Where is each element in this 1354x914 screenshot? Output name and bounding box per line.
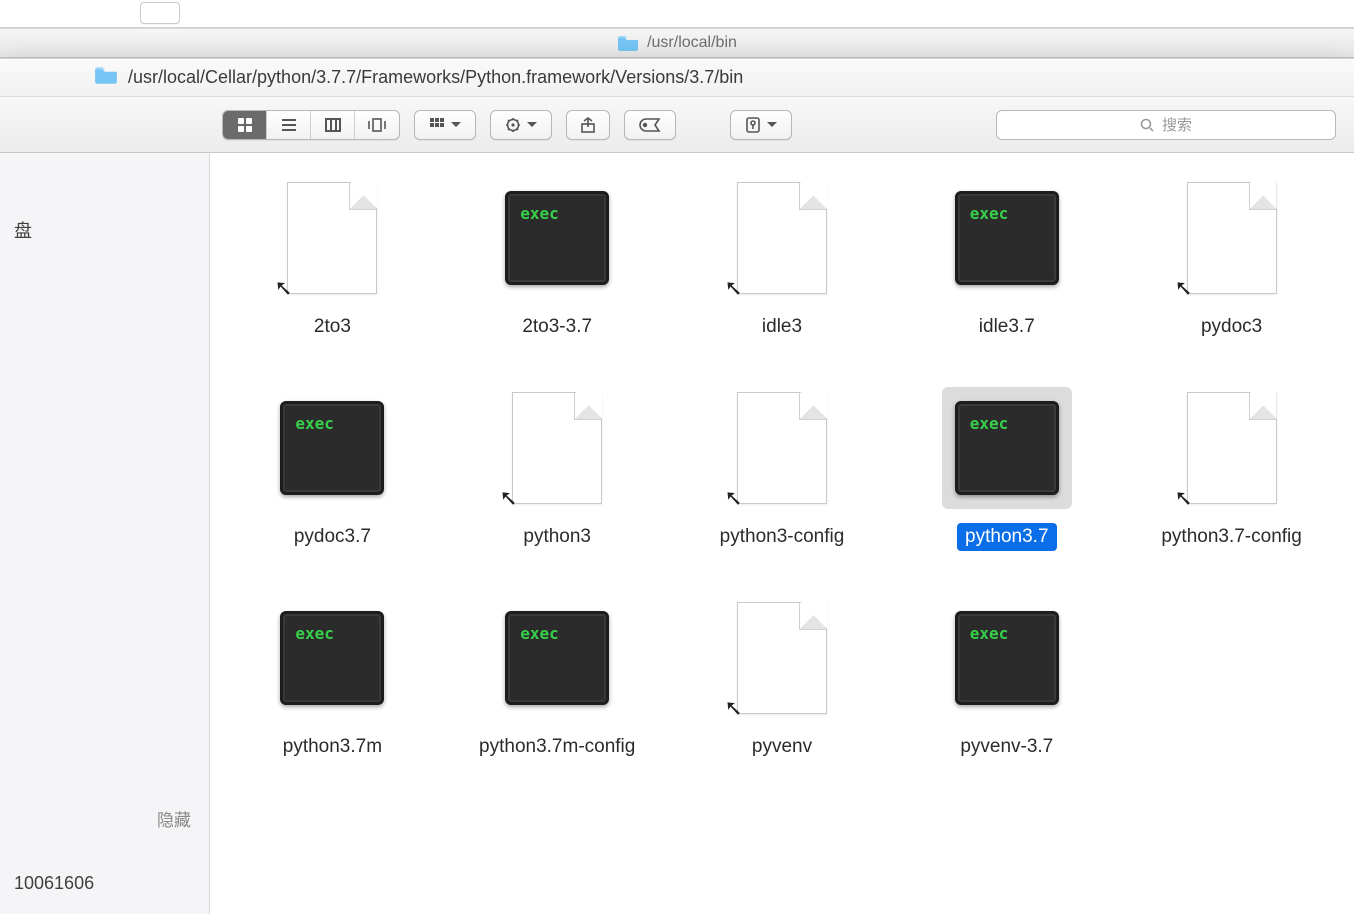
chevron-down-icon xyxy=(527,117,537,132)
file-label: pydoc3 xyxy=(1193,313,1270,341)
exec-file-icon: exec xyxy=(267,387,397,509)
exec-file-icon: exec xyxy=(267,597,397,719)
view-mode-segment xyxy=(222,110,400,140)
window-titlebar[interactable]: /usr/local/Cellar/python/3.7.7/Framework… xyxy=(0,59,1354,97)
file-label: python3.7m xyxy=(275,733,390,761)
view-list-button[interactable] xyxy=(267,111,311,139)
file-item[interactable]: ➚ python3.7-config xyxy=(1129,387,1334,551)
file-label: python3 xyxy=(515,523,599,551)
obscured-tab xyxy=(140,2,180,24)
alias-file-icon: ➚ xyxy=(717,387,847,509)
window-title-path: /usr/local/Cellar/python/3.7.7/Framework… xyxy=(128,67,743,88)
finder-window: /usr/local/Cellar/python/3.7.7/Framework… xyxy=(0,58,1354,914)
folder-icon xyxy=(94,66,118,89)
file-item[interactable]: ➚ 2to3 xyxy=(230,177,435,341)
file-label: pydoc3.7 xyxy=(286,523,379,551)
chevron-down-icon xyxy=(451,117,461,132)
view-column-button[interactable] xyxy=(311,111,355,139)
alias-arrow-icon: ➚ xyxy=(724,695,742,721)
exec-label: exec xyxy=(970,624,1009,643)
alias-arrow-icon: ➚ xyxy=(499,485,517,511)
file-item[interactable]: exec idle3.7 xyxy=(904,177,1109,341)
exec-label: exec xyxy=(520,204,559,223)
alias-arrow-icon: ➚ xyxy=(1174,485,1192,511)
alias-file-icon: ➚ xyxy=(267,177,397,299)
sidebar-extra[interactable]: 10061606 xyxy=(14,873,195,894)
file-label: python3.7m-config xyxy=(471,733,643,761)
file-item[interactable]: exec python3.7m-config xyxy=(455,597,660,761)
alias-file-icon: ➚ xyxy=(1167,177,1297,299)
background-window-titlebar[interactable]: /usr/local/bin xyxy=(0,28,1354,58)
alias-arrow-icon: ➚ xyxy=(724,485,742,511)
file-label: python3.7-config xyxy=(1153,523,1310,551)
search-icon xyxy=(1140,118,1154,132)
search-placeholder: 搜索 xyxy=(1162,114,1192,135)
toolbar: 搜索 xyxy=(0,97,1354,153)
folder-icon xyxy=(617,35,639,51)
file-label: pyvenv-3.7 xyxy=(952,733,1061,761)
file-label: python3-config xyxy=(712,523,853,551)
file-label: pyvenv xyxy=(744,733,820,761)
alias-arrow-icon: ➚ xyxy=(274,275,292,301)
exec-label: exec xyxy=(520,624,559,643)
search-field[interactable]: 搜索 xyxy=(996,110,1336,140)
exec-file-icon: exec xyxy=(492,177,622,299)
exec-file-icon: exec xyxy=(942,597,1072,719)
file-label: 2to3-3.7 xyxy=(514,313,600,341)
share-button[interactable] xyxy=(566,110,610,140)
action-button[interactable] xyxy=(490,110,552,140)
exec-file-icon: exec xyxy=(942,177,1072,299)
file-label: idle3 xyxy=(754,313,810,341)
file-grid[interactable]: ➚2to3exec2to3-3.7➚idle3execidle3.7➚pydoc… xyxy=(210,153,1354,914)
file-item[interactable]: ➚pydoc3 xyxy=(1129,177,1334,341)
chevron-down-icon xyxy=(767,117,777,132)
arrange-button[interactable] xyxy=(414,110,476,140)
file-item[interactable]: exec pydoc3.7 xyxy=(230,387,435,551)
file-item[interactable]: exec python3.7 xyxy=(904,387,1109,551)
alias-file-icon: ➚ xyxy=(717,177,847,299)
file-label: idle3.7 xyxy=(971,313,1043,341)
exec-file-icon: exec xyxy=(492,597,622,719)
file-item[interactable]: ➚pyvenv xyxy=(680,597,885,761)
alias-arrow-icon: ➚ xyxy=(1174,275,1192,301)
quick-actions-button[interactable] xyxy=(730,110,792,140)
file-label: 2to3 xyxy=(306,313,359,341)
view-gallery-button[interactable] xyxy=(355,111,399,139)
alias-file-icon: ➚ xyxy=(717,597,847,719)
file-item[interactable]: ➚ idle3 xyxy=(680,177,885,341)
exec-label: exec xyxy=(970,204,1009,223)
file-item[interactable]: exec 2to3-3.7 xyxy=(455,177,660,341)
exec-label: exec xyxy=(295,624,334,643)
obscured-top-strip xyxy=(0,0,1354,28)
alias-file-icon: ➚ xyxy=(492,387,622,509)
exec-file-icon: exec xyxy=(942,387,1072,509)
sidebar-item[interactable]: 盘 xyxy=(14,217,195,243)
alias-file-icon: ➚ xyxy=(1167,387,1297,509)
file-item[interactable]: exec pyvenv-3.7 xyxy=(904,597,1109,761)
sidebar-hide-label[interactable]: 隐藏 xyxy=(14,806,195,831)
exec-label: exec xyxy=(295,414,334,433)
view-icon-button[interactable] xyxy=(223,111,267,139)
exec-label: exec xyxy=(970,414,1009,433)
file-item[interactable]: exec python3.7m xyxy=(230,597,435,761)
file-item[interactable]: ➚ python3 xyxy=(455,387,660,551)
sidebar: 盘 隐藏 10061606 xyxy=(0,153,210,914)
alias-arrow-icon: ➚ xyxy=(724,275,742,301)
tags-button[interactable] xyxy=(624,110,676,140)
file-item[interactable]: ➚ python3-config xyxy=(680,387,885,551)
background-window-path: /usr/local/bin xyxy=(647,34,737,52)
file-label: python3.7 xyxy=(957,523,1056,551)
